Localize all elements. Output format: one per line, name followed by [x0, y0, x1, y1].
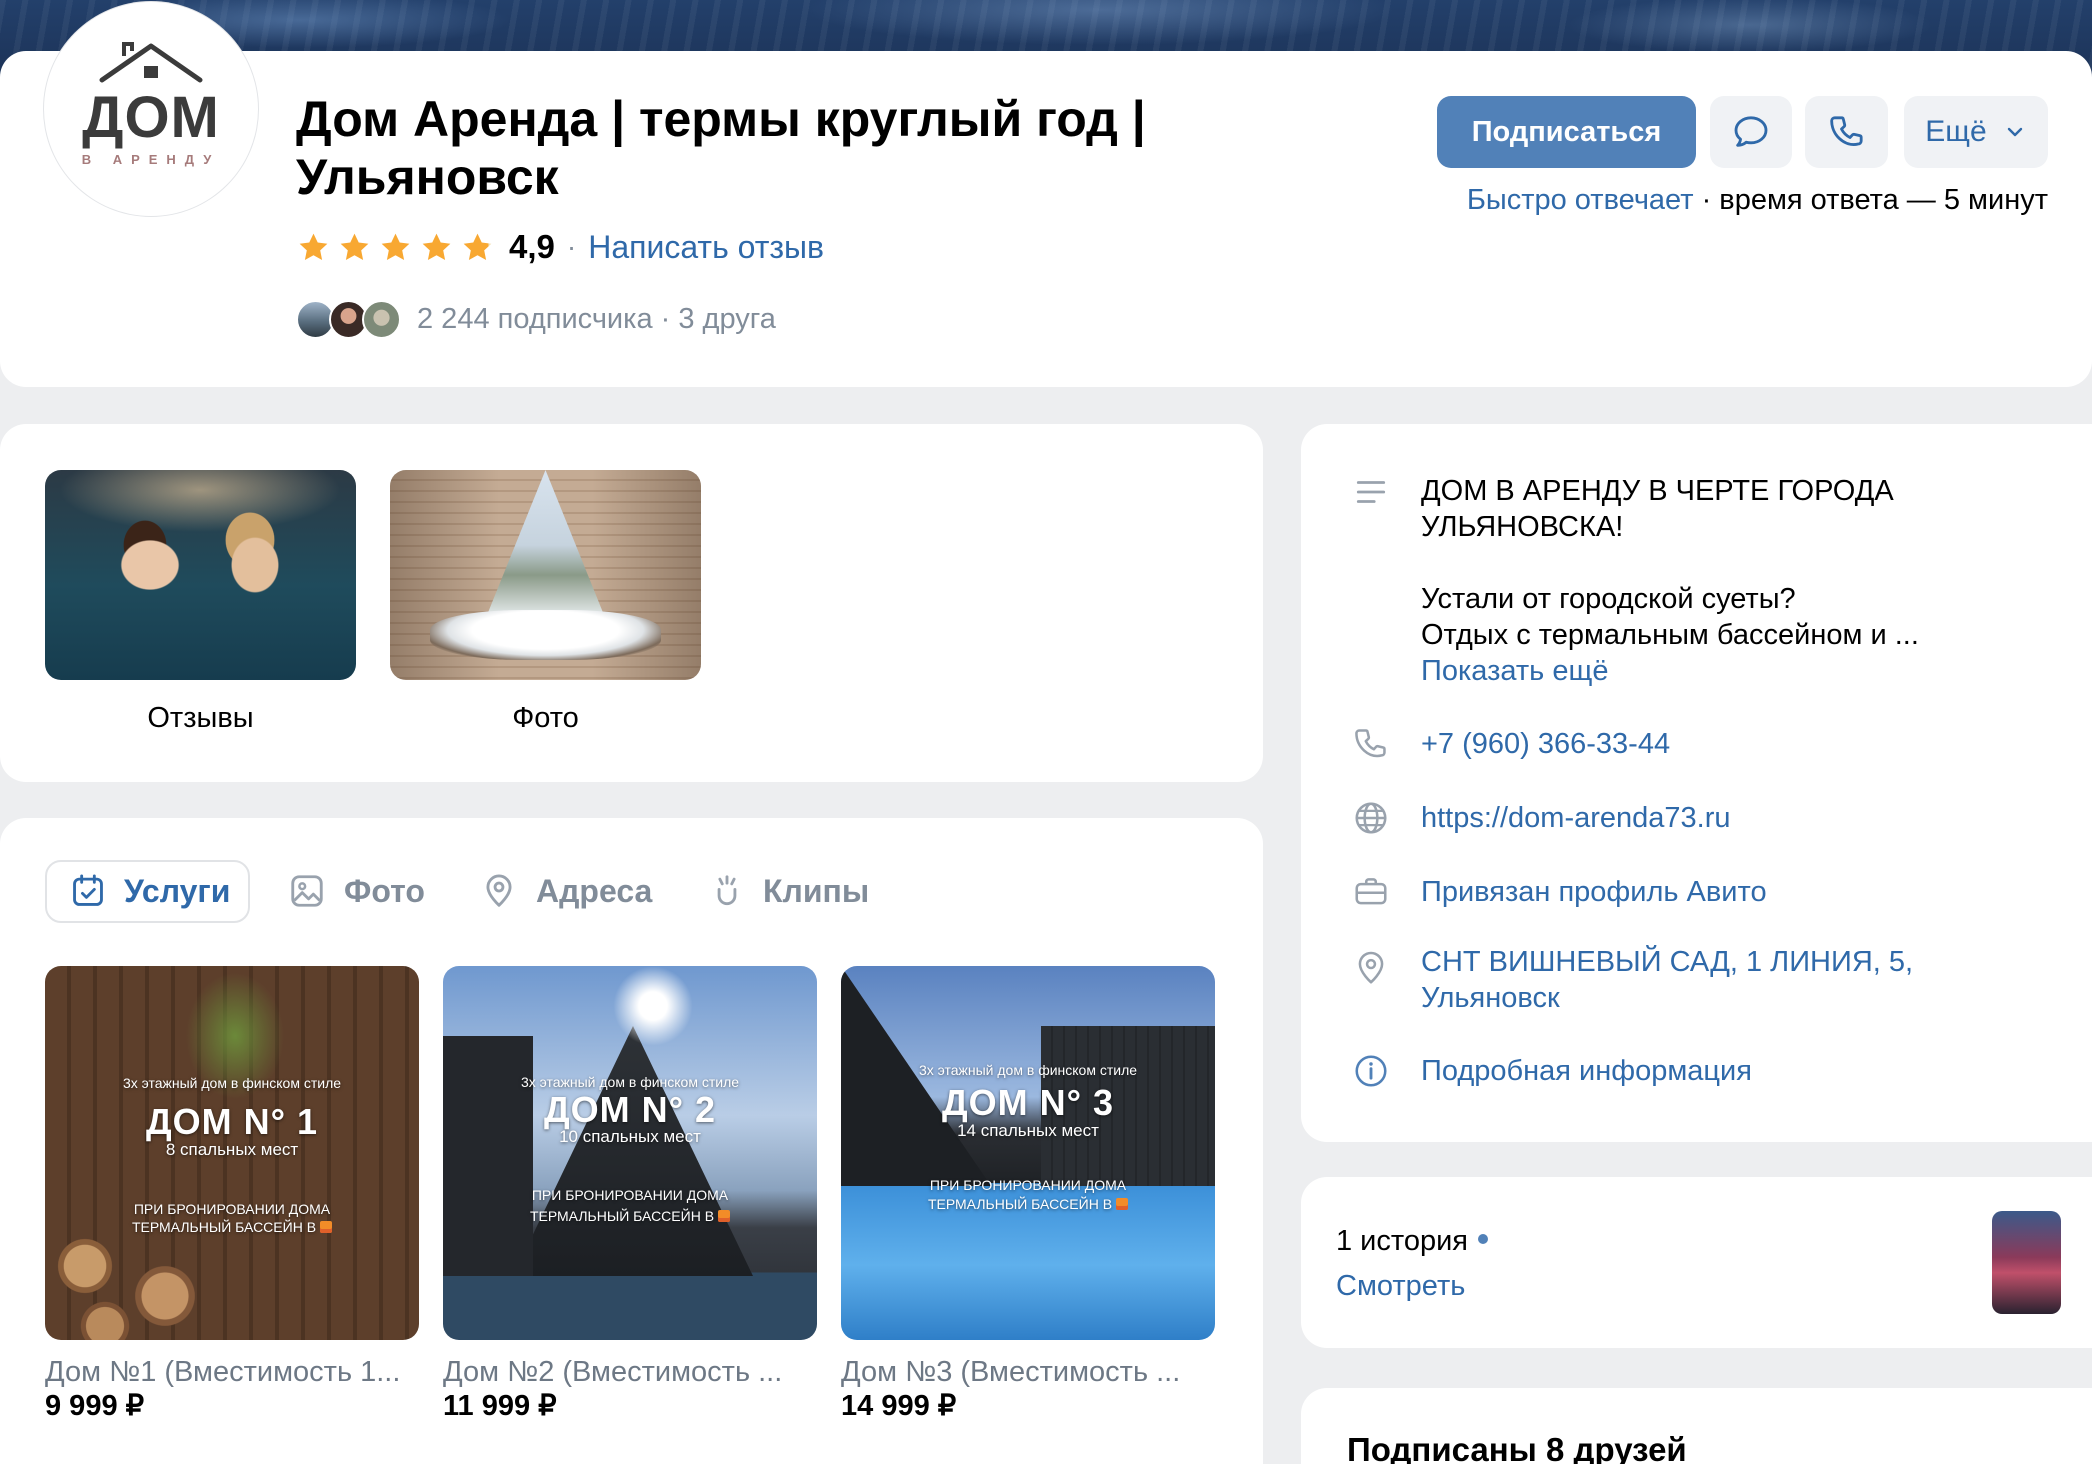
reviews-highlight-label: Отзывы	[147, 702, 254, 734]
product-overlay-subtitle: 3х этажный дом в финском стиле	[122, 1075, 342, 1091]
subscriber-avatar	[362, 299, 401, 339]
product-overlay-promo: ТЕРМАЛЬНЫЙ БАССЕЙН В	[841, 1195, 1215, 1213]
response-time: · время ответа — 5 минут	[1693, 184, 2048, 216]
phone-icon	[1829, 116, 1863, 146]
gift-icon	[320, 1221, 333, 1233]
product-overlay-title: ДОМ N° 2	[543, 1089, 717, 1130]
address-line[interactable]: СНТ ВИШНЕВЫЙ САД, 1 ЛИНИЯ, 5,	[1421, 944, 1913, 980]
product-name[interactable]: Дом №2 (Вместимость ...	[443, 1355, 817, 1389]
product-name[interactable]: Дом №1 (Вместимость 1...	[45, 1355, 419, 1389]
phone-icon	[1355, 729, 1386, 758]
product-overlay-promo: ПРИ БРОНИРОВАНИИ ДОМА	[531, 1187, 729, 1203]
story-thumbnail[interactable]	[1992, 1211, 2061, 1314]
clips-icon[interactable]	[708, 872, 746, 910]
product-overlay-subtitle: 3х этажный дом в финском стиле	[918, 1062, 1138, 1078]
product-overlay-title: ДОМ N° 3	[941, 1082, 1115, 1123]
product-overlay-beds: 10 спальных мест	[559, 1127, 701, 1146]
view-stories-link[interactable]: Смотреть	[1336, 1268, 1465, 1304]
fast-reply-label: Быстро отвечает	[1466, 184, 1694, 216]
product-overlay-promo-text: ТЕРМАЛЬНЫЙ БАССЕЙН В	[131, 1219, 317, 1235]
friends-heading: Подписаны 8 друзей	[1347, 1431, 1687, 1464]
product-overlay-promo: ПРИ БРОНИРОВАНИИ ДОМА	[133, 1201, 331, 1217]
product-price: 9 999 ₽	[45, 1390, 145, 1422]
rating-star-icon	[340, 233, 369, 260]
product-image[interactable]: 3х этажный дом в финском стиле ДОМ N° 1 …	[45, 966, 419, 1340]
product-overlay-promo-text: ТЕРМАЛЬНЫЙ БАССЕЙН В	[529, 1208, 715, 1224]
product-overlay-promo-text: ТЕРМАЛЬНЫЙ БАССЕЙН В	[927, 1196, 1113, 1212]
tab-photos-label[interactable]: Фото	[344, 873, 425, 909]
avito-link[interactable]: Привязан профиль Авито	[1421, 874, 1767, 910]
write-review-link[interactable]: Написать отзыв	[588, 229, 824, 266]
logo-sub-text: В АРЕНДУ	[81, 152, 221, 167]
calendar-check-icon	[73, 874, 103, 906]
product-overlay-beds: 14 спальных мест	[957, 1121, 1099, 1140]
more-button[interactable]: Ещё	[1904, 96, 2048, 168]
photos-highlight-label: Фото	[512, 702, 579, 734]
product-overlay-promo: ТЕРМАЛЬНЫЙ БАССЕЙН В	[45, 1218, 419, 1236]
message-icon	[1734, 116, 1768, 147]
rating-separator: ·	[566, 231, 577, 262]
rating-star-icon	[422, 233, 451, 260]
more-button-label: Ещё	[1925, 115, 1987, 148]
subscribers-count: 2 244 подписчика · 3 друга	[417, 302, 776, 335]
details-link[interactable]: Подробная информация	[1421, 1053, 1752, 1089]
address-line[interactable]: Ульяновск	[1421, 980, 1560, 1016]
message-button[interactable]	[1710, 96, 1792, 168]
map-pin-icon[interactable]	[480, 872, 518, 910]
description-line: ДОМ В АРЕНДУ В ЧЕРТЕ ГОРОДА	[1421, 475, 1894, 507]
new-story-dot	[1478, 1234, 1489, 1244]
rating-value: 4,9	[509, 228, 555, 265]
description-line: Устали от городской суеты?	[1421, 583, 1796, 615]
response-info: Быстро отвечает · время ответа — 5 минут	[1467, 182, 2048, 218]
rating-star-icon	[463, 233, 492, 260]
subscribe-button[interactable]: Подписаться	[1437, 96, 1696, 168]
product-image[interactable]: 3х этажный дом в финском стиле ДОМ N° 2 …	[443, 966, 817, 1340]
image-icon[interactable]	[288, 872, 326, 910]
reviews-highlight[interactable]	[45, 470, 356, 680]
tab-clips-label[interactable]: Клипы	[763, 873, 869, 909]
info-card	[1301, 424, 2092, 1142]
community-title: Дом Аренда | термы круглый год | Ульянов…	[296, 91, 1146, 205]
product-overlay-title: ДОМ N° 1	[145, 1101, 319, 1142]
show-more-link[interactable]: Показать ещё	[1421, 653, 1608, 689]
gift-icon	[718, 1210, 731, 1222]
chevron-down-icon	[2007, 127, 2022, 137]
stories-card[interactable]	[1301, 1177, 2092, 1348]
description-line: Отдых с термальным бассейном и ...	[1421, 619, 1919, 651]
stories-count: 1 история	[1336, 1223, 1489, 1259]
friends-card: Подписаны 8 друзей	[1301, 1388, 2092, 1464]
briefcase-icon	[1355, 878, 1387, 905]
map-pin-icon	[1358, 951, 1384, 984]
phone-link[interactable]: +7 (960) 366-33-44	[1421, 726, 1670, 762]
tab-services-label[interactable]: Услуги	[124, 873, 230, 909]
product-image[interactable]: 3х этажный дом в финском стиле ДОМ N° 3 …	[841, 966, 1215, 1340]
product-name[interactable]: Дом №3 (Вместимость ...	[841, 1355, 1215, 1389]
gift-icon	[1116, 1198, 1129, 1210]
call-button[interactable]	[1805, 96, 1888, 168]
product-overlay-promo: ТЕРМАЛЬНЫЙ БАССЕЙН В	[443, 1207, 817, 1225]
photos-highlight[interactable]	[390, 470, 701, 680]
subscribers-row[interactable]: 2 244 подписчика · 3 друга	[296, 299, 776, 339]
rating-stars	[296, 230, 495, 265]
rating-star-icon	[299, 233, 328, 260]
product-overlay-beds: 8 спальных мест	[165, 1140, 299, 1159]
website-link[interactable]: https://dom-arenda73.ru	[1421, 800, 1731, 836]
logo-main-text: ДОМ	[82, 85, 220, 150]
product-price: 14 999 ₽	[841, 1390, 957, 1422]
rating-star-icon	[381, 233, 410, 260]
product-overlay-promo: ПРИ БРОНИРОВАНИИ ДОМА	[929, 1177, 1127, 1193]
description-line: УЛЬЯНОВСКА!	[1421, 511, 1624, 543]
community-avatar[interactable]: ДОМ В АРЕНДУ	[44, 2, 258, 216]
stories-count-label: 1 история	[1336, 1225, 1469, 1257]
globe-icon	[1355, 802, 1387, 834]
tab-addresses-label[interactable]: Адреса	[536, 873, 652, 909]
description-icon	[1356, 481, 1386, 503]
info-icon	[1355, 1055, 1387, 1087]
product-price: 11 999 ₽	[443, 1390, 557, 1422]
rating-row: 4,9 · Написать отзыв	[296, 225, 824, 269]
